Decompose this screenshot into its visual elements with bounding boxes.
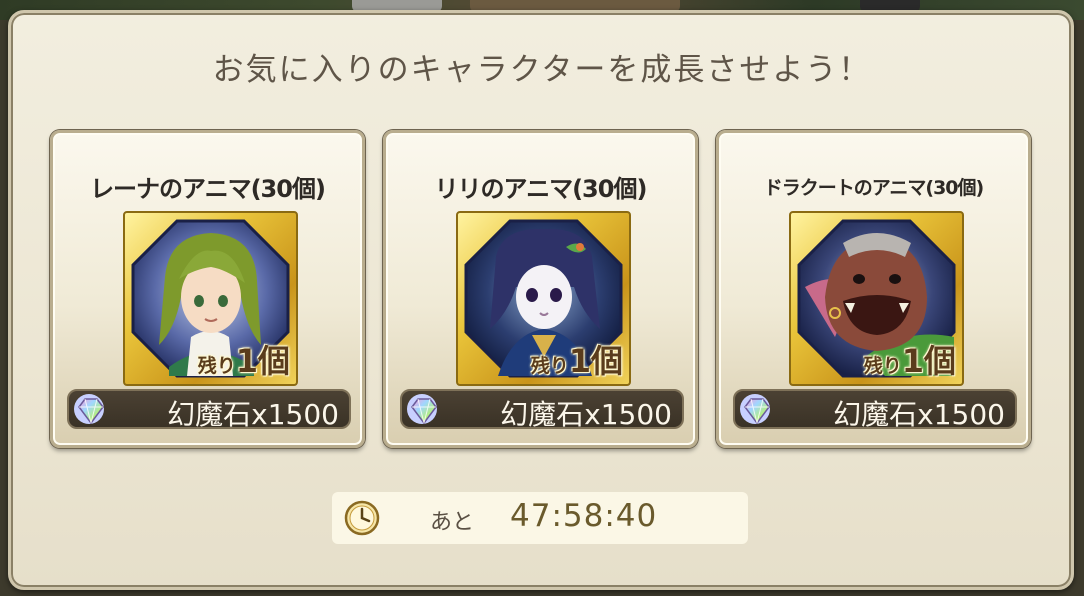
timer-value: 47:58:40 [510, 498, 658, 534]
panel-title: お気に入りのキャラクターを成長させよう！ [212, 52, 872, 88]
countdown-timer: あと 47:58:40 [332, 492, 748, 544]
price-label: 幻魔石x1500 [167, 398, 339, 431]
remaining-value: 1個 [235, 342, 290, 380]
card-title: リリのアニマ(30個) [434, 175, 648, 203]
card-title: ドラクートのアニマ(30個) [763, 177, 984, 199]
gem-icon [740, 394, 770, 425]
price-button[interactable]: 幻魔石x1500 [733, 389, 1017, 431]
remaining-prefix: 残り [530, 355, 569, 377]
remaining-count: 残り1個 [198, 336, 290, 382]
anima-card-lena[interactable]: レーナのアニマ(30個) 残り1個 幻魔石x1500 [50, 130, 365, 448]
anima-card-riri[interactable]: リリのアニマ(30個) 残り1個 幻魔石x1500 [383, 130, 698, 448]
price-label: 幻魔石x1500 [833, 398, 1005, 431]
clock-icon [344, 500, 380, 536]
remaining-value: 1個 [901, 342, 956, 380]
portrait-frame: 残り1個 [123, 211, 298, 386]
price-label: 幻魔石x1500 [500, 398, 672, 431]
remaining-count: 残り1個 [864, 336, 956, 382]
portrait-frame: 残り1個 [789, 211, 964, 386]
portrait-frame: 残り1個 [456, 211, 631, 386]
gem-icon [407, 394, 437, 425]
card-title: レーナのアニマ(30個) [90, 175, 326, 203]
remaining-count: 残り1個 [531, 336, 623, 382]
remaining-prefix: 残り [863, 355, 902, 377]
anima-card-dracute[interactable]: ドラクートのアニマ(30個) 残り1個 幻魔石x1500 [716, 130, 1031, 448]
gem-icon [74, 394, 104, 425]
timer-label: あと [430, 510, 475, 535]
remaining-value: 1個 [568, 342, 623, 380]
price-button[interactable]: 幻魔石x1500 [400, 389, 684, 431]
price-button[interactable]: 幻魔石x1500 [67, 389, 351, 431]
remaining-prefix: 残り [197, 355, 236, 377]
